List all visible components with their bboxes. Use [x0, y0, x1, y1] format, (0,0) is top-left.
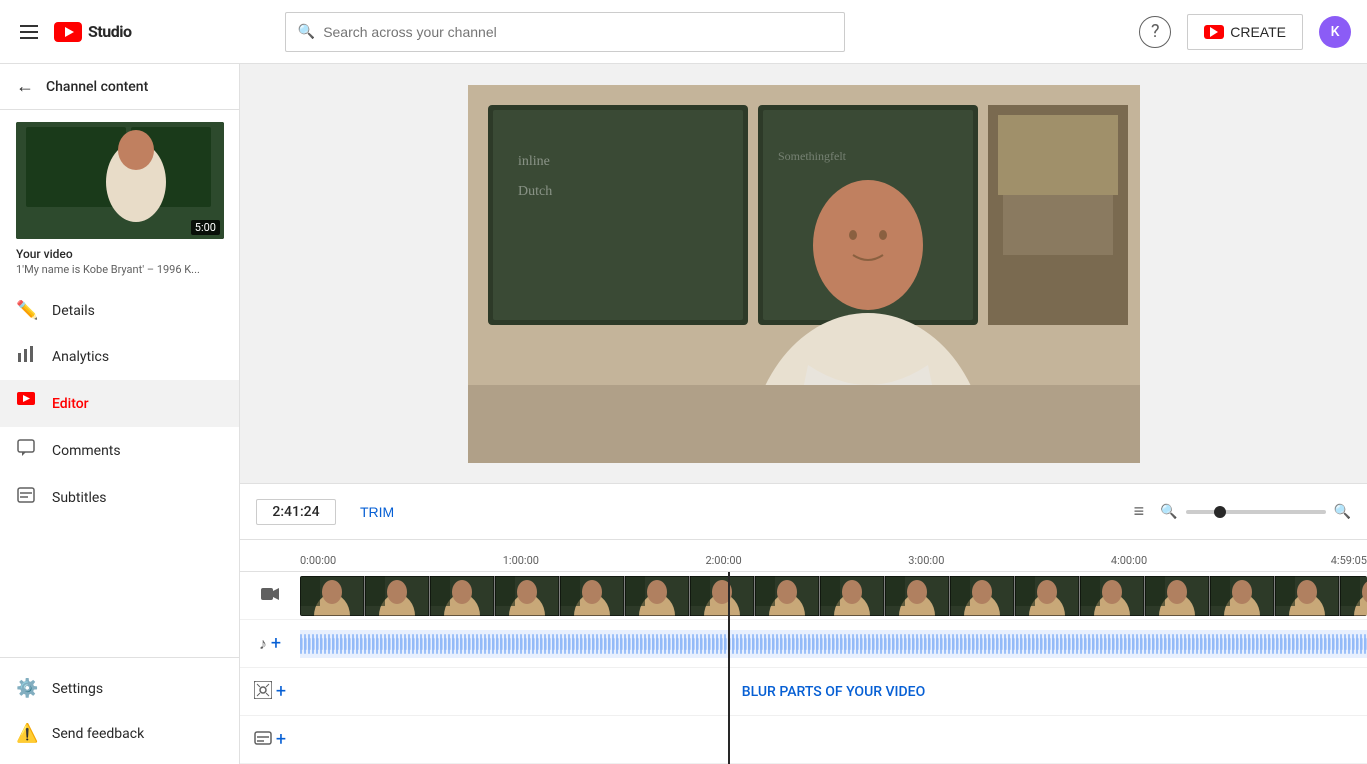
subtitles-icon [16, 486, 36, 509]
details-icon: ✏️ [16, 300, 36, 321]
analytics-label: Analytics [52, 349, 109, 365]
sidebar-bottom: ⚙️ Settings ⚠️ Send feedback [0, 657, 239, 764]
zoom-out-icon[interactable]: 🔍 [1160, 504, 1177, 520]
back-to-channel-button[interactable]: ← Channel content [0, 64, 239, 110]
svg-text:Dutch: Dutch [518, 184, 552, 199]
feedback-icon: ⚠️ [16, 723, 36, 744]
sidebar-navigation: ✏️ Details Analytics Editor Comments [0, 288, 239, 657]
create-label: CREATE [1230, 24, 1286, 40]
ruler-track: 0:00:00 1:00:00 2:00:00 3:00:00 4:00:00 … [300, 540, 1367, 571]
video-track-icon [261, 585, 279, 607]
svg-text:Somethingfelt: Somethingfelt [778, 149, 847, 163]
subtitles-label: Subtitles [52, 490, 107, 506]
help-icon: ? [1151, 21, 1160, 42]
editor-toolbar: 2:41:24 TRIM ≡ 🔍 🔍 [240, 483, 1367, 539]
video-thumbnail: 5:00 [16, 122, 224, 239]
ruler-marker-2: 2:00:00 [705, 554, 741, 567]
create-video-icon [1204, 25, 1224, 39]
thumb-duration: 5:00 [191, 220, 220, 235]
timeline-tracks-wrapper: ♪ + #waveform-bars { } [240, 572, 1367, 764]
video-preview-area: inline Dutch Somethingfelt [240, 64, 1367, 483]
caption-track-content [300, 716, 1367, 763]
zoom-slider[interactable] [1186, 510, 1326, 514]
comments-icon [16, 439, 36, 462]
caption-track-icon [254, 729, 272, 751]
menu-icon[interactable]: ≡ [1134, 501, 1145, 522]
help-button[interactable]: ? [1139, 16, 1171, 48]
sidebar-item-settings[interactable]: ⚙️ Settings [0, 666, 239, 711]
video-content: inline Dutch Somethingfelt [468, 85, 1140, 463]
audio-track-content: #waveform-bars { } [300, 620, 1367, 667]
video-title-sidebar: 1'My name is Kobe Bryant' – 1996 K... [16, 263, 223, 276]
create-button[interactable]: CREATE [1187, 14, 1303, 50]
details-label: Details [52, 303, 95, 319]
search-icon: 🔍 [298, 24, 315, 40]
timeline-area: 0:00:00 1:00:00 2:00:00 3:00:00 4:00:00 … [240, 539, 1367, 764]
add-caption-button[interactable]: + [276, 729, 286, 750]
sidebar-item-editor[interactable]: Editor [0, 380, 239, 427]
caption-track-icon-area: + [240, 729, 300, 751]
video-thumbnail-area: 5:00 Your video 1'My name is Kobe Bryant… [0, 110, 239, 288]
settings-label: Settings [52, 681, 103, 697]
your-video-label: Your video [16, 247, 223, 261]
blur-track-icon [254, 681, 272, 703]
youtube-icon [54, 22, 82, 42]
zoom-thumb [1214, 506, 1226, 518]
video-strip [300, 576, 1367, 616]
blur-track-icon-area: + [240, 681, 300, 703]
comments-label: Comments [52, 443, 121, 459]
ruler-marker-0: 0:00:00 [300, 554, 336, 567]
ruler-marker-3: 3:00:00 [908, 554, 944, 567]
search-input[interactable] [323, 24, 832, 40]
nav-right-area: ? CREATE K [1139, 14, 1351, 50]
editor-label: Editor [52, 396, 89, 412]
timeline-ruler: 0:00:00 1:00:00 2:00:00 3:00:00 4:00:00 … [240, 540, 1367, 572]
svg-text:inline: inline [518, 154, 550, 169]
settings-icon: ⚙️ [16, 678, 36, 699]
studio-logo-text: Studio [88, 22, 132, 41]
hamburger-menu-button[interactable] [16, 21, 42, 43]
sidebar-item-details[interactable]: ✏️ Details [0, 288, 239, 333]
content-area: inline Dutch Somethingfelt [240, 64, 1367, 764]
logo-link[interactable]: Studio [54, 22, 132, 42]
feedback-label: Send feedback [52, 726, 144, 742]
analytics-icon [16, 345, 36, 368]
video-track-content [300, 572, 1367, 619]
ruler-marker-1: 1:00:00 [503, 554, 539, 567]
ruler-marker-5: 4:59:05 [1331, 554, 1367, 567]
editor-icon [16, 392, 36, 415]
audio-track-row: ♪ + #waveform-bars { } [240, 620, 1367, 668]
video-track-icon-area [240, 585, 300, 607]
top-navigation: Studio 🔍 ? CREATE K [0, 0, 1367, 64]
back-arrow-icon: ← [16, 76, 34, 97]
zoom-controls: 🔍 🔍 [1160, 504, 1351, 520]
main-layout: ← Channel content 5:00 [0, 64, 1367, 764]
avatar[interactable]: K [1319, 16, 1351, 48]
channel-content-label: Channel content [46, 79, 148, 95]
video-track-row [240, 572, 1367, 620]
timecode-display: 2:41:24 [256, 499, 336, 525]
sidebar: ← Channel content 5:00 [0, 64, 240, 764]
sidebar-item-send-feedback[interactable]: ⚠️ Send feedback [0, 711, 239, 756]
avatar-initial: K [1331, 24, 1340, 40]
add-audio-button[interactable]: + [271, 633, 281, 654]
sidebar-item-analytics[interactable]: Analytics [0, 333, 239, 380]
search-bar: 🔍 [285, 12, 845, 52]
add-blur-button[interactable]: + [276, 681, 286, 702]
ruler-marker-4: 4:00:00 [1111, 554, 1147, 567]
audio-track-icon-area: ♪ + [240, 633, 300, 654]
video-frame: inline Dutch Somethingfelt [468, 85, 1140, 463]
sidebar-item-subtitles[interactable]: Subtitles [0, 474, 239, 521]
blur-label: BLUR PARTS OF YOUR VIDEO [742, 684, 925, 700]
blur-track-content[interactable]: BLUR PARTS OF YOUR VIDEO [300, 684, 1367, 700]
blur-track-row: + BLUR PARTS OF YOUR VIDEO [240, 668, 1367, 716]
audio-track-icon: ♪ [259, 634, 267, 654]
caption-track-row: + [240, 716, 1367, 764]
trim-button[interactable]: TRIM [352, 500, 402, 524]
sidebar-item-comments[interactable]: Comments [0, 427, 239, 474]
zoom-in-icon[interactable]: 🔍 [1334, 504, 1351, 520]
